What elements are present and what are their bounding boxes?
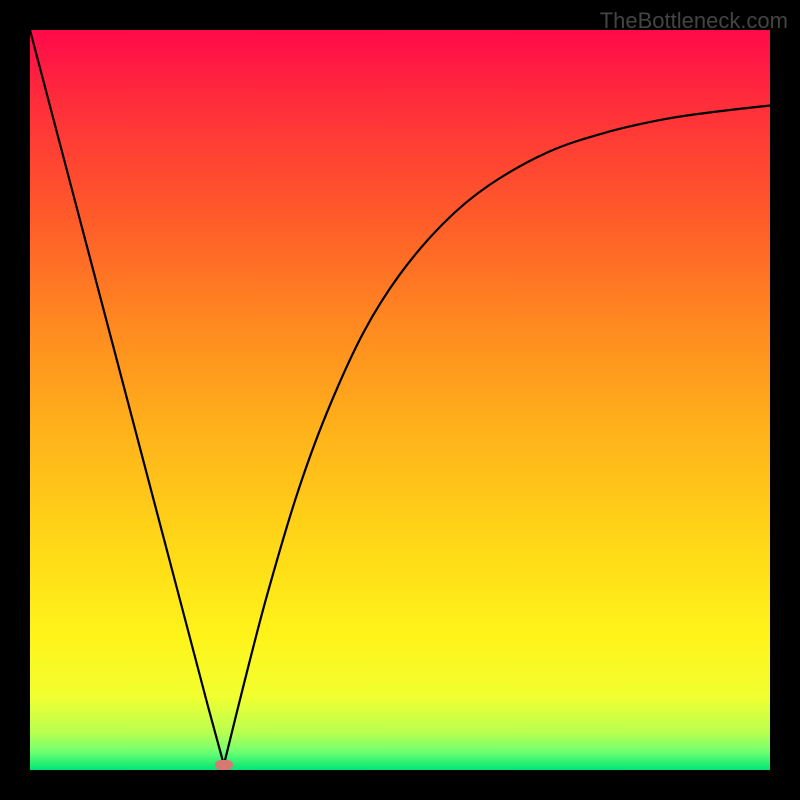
plot-area [30, 30, 770, 770]
gradient-background [30, 30, 770, 770]
chart-container: TheBottleneck.com [0, 0, 800, 800]
minimum-marker [215, 760, 233, 770]
watermark-text: TheBottleneck.com [600, 8, 788, 34]
